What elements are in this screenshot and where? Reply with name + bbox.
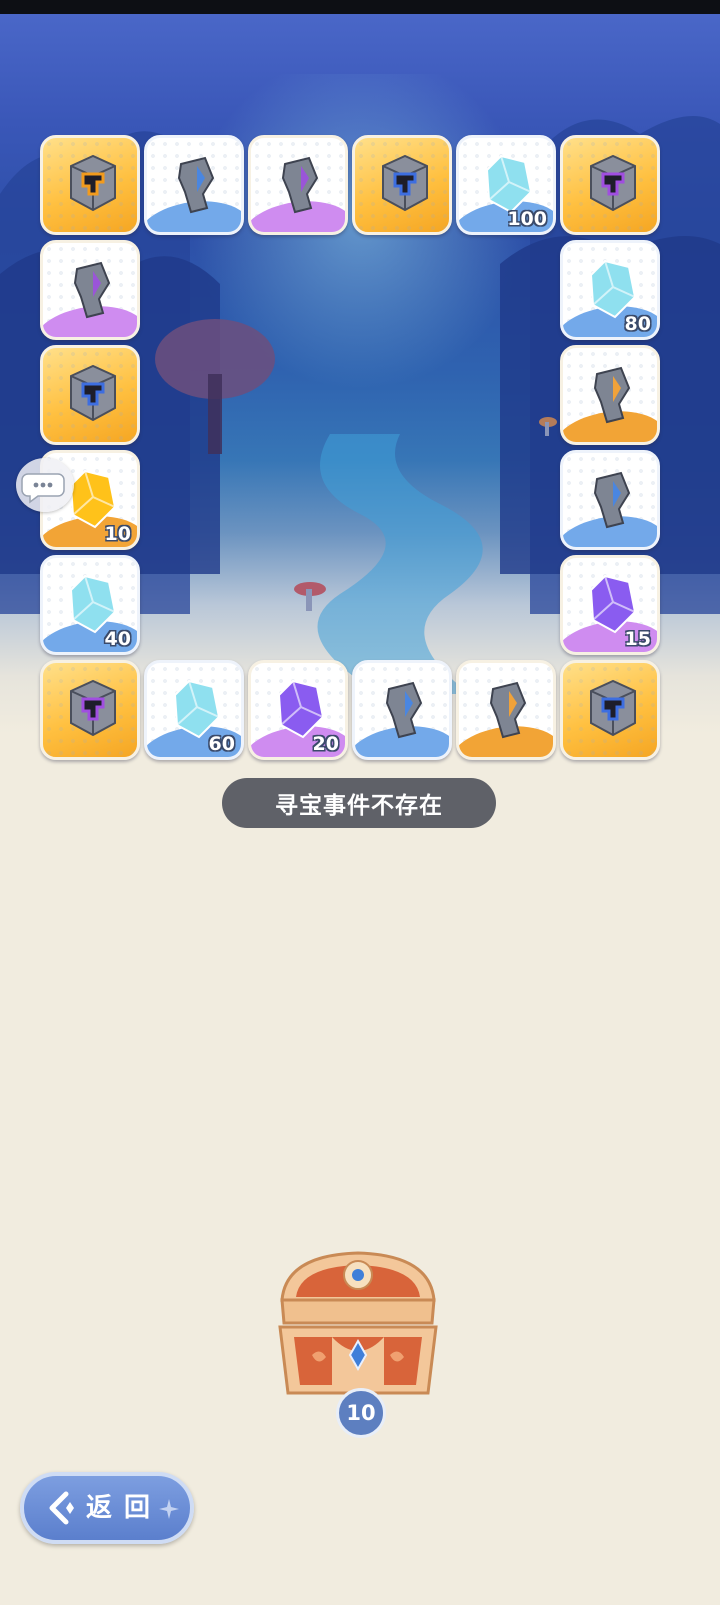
tile-quantity: 40 [104,628,131,650]
board-tile[interactable] [560,135,660,235]
orange-shard-stone-icon [473,673,545,745]
purple-shard-stone-icon [57,253,129,325]
toast-message: 寻宝事件不存在 [222,778,496,828]
board-tile[interactable] [248,135,348,235]
chat-button[interactable] [16,458,74,512]
tile-quantity: 80 [624,313,651,335]
blue-shard-stone-icon [369,673,441,745]
chest-count-badge: 10 [336,1388,386,1438]
board-tile[interactable] [560,345,660,445]
board-tile[interactable] [40,345,140,445]
treasure-board: 100 80 10 40 15 60 20 [0,0,720,780]
sparkle-icon [159,1499,179,1519]
board-tile[interactable]: 15 [560,555,660,655]
tile-quantity: 15 [624,628,651,650]
back-arrow-icon [49,1491,74,1525]
board-tile[interactable] [40,240,140,340]
board-tile[interactable] [144,135,244,235]
board-tile[interactable] [40,660,140,760]
purple-shard-stone-icon [265,148,337,220]
purple-cube-icon [577,148,649,220]
board-tile[interactable]: 80 [560,240,660,340]
board-tile[interactable]: 40 [40,555,140,655]
tile-quantity: 100 [507,208,547,230]
purple-cube-icon [57,673,129,745]
blue-cube-icon [369,148,441,220]
purple-cube-icon [57,148,129,220]
board-tile[interactable] [352,660,452,760]
board-tile[interactable] [560,660,660,760]
board-tile[interactable]: 100 [456,135,556,235]
back-button[interactable]: 返回 [20,1472,194,1544]
blue-shard-stone-icon [577,463,649,535]
tile-quantity: 60 [208,733,235,755]
treasure-chest-icon [278,1251,438,1395]
blue-cube-icon [577,673,649,745]
treasure-chest[interactable] [272,1245,444,1400]
board-tile[interactable] [40,135,140,235]
board-tile[interactable]: 20 [248,660,348,760]
tile-quantity: 10 [104,523,131,545]
back-button-label: 返回 [86,1493,163,1523]
chat-bubble-icon [21,473,65,504]
board-tile[interactable] [560,450,660,550]
blue-shard-stone-icon [161,148,233,220]
orange-shard-stone-icon [577,358,649,430]
board-tile[interactable] [352,135,452,235]
board-tile[interactable] [456,660,556,760]
blue-cube-icon [57,358,129,430]
tile-quantity: 20 [312,733,339,755]
treasure-hunt-screen: 100 80 10 40 15 60 20 寻宝事件不存在 10 返回 [0,0,720,1605]
board-tile[interactable]: 60 [144,660,244,760]
